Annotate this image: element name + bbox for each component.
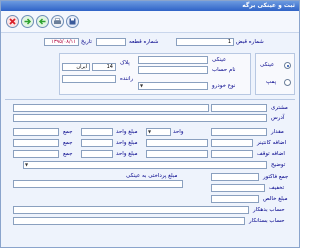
invoice-window: ثبت و عینکی برگه شماره قبض 1 شماره قطعه … <box>0 0 300 248</box>
container-extra-field[interactable] <box>211 139 253 147</box>
stop-extra-qty-field[interactable] <box>146 150 208 158</box>
stop-sum-field[interactable] <box>13 150 59 158</box>
vehicle-panel: عینکی پلاک ایران 14 نام حساب راننده نوع … <box>59 53 251 95</box>
date-field[interactable]: ۱۳۹۵/۰۸/۱۱ <box>44 38 79 46</box>
creditor-account-label: حساب بستانکار <box>249 218 285 224</box>
stop-unit-price-field[interactable] <box>81 150 113 158</box>
stop-extra-label: اضافه توقف <box>257 151 285 157</box>
driver-label: راننده <box>120 76 134 82</box>
receipt-number-field[interactable]: 1 <box>176 38 234 46</box>
invoice-sum-field[interactable] <box>211 173 259 181</box>
container-unit-price-label: مبلغ واحد <box>116 140 138 146</box>
plate-city-field[interactable]: ایران <box>62 63 90 71</box>
amount-field[interactable] <box>211 128 267 136</box>
unit-price-field[interactable] <box>81 128 113 136</box>
dispensary-radio-label: پمپ <box>266 79 277 85</box>
stop-unit-price-label: مبلغ واحد <box>116 151 138 157</box>
type-panel: عینکی پمپ <box>255 53 295 95</box>
description-field[interactable] <box>23 161 267 169</box>
net-amount-label: مبلغ خالص <box>263 196 288 202</box>
customer-name-field[interactable] <box>13 104 209 112</box>
save-button[interactable] <box>66 15 79 28</box>
window-title: ثبت و عینکی برگه <box>242 2 295 9</box>
green-arrow-icon <box>24 18 32 25</box>
printer-icon <box>54 18 61 24</box>
dispensary-radio[interactable] <box>284 79 291 86</box>
description-label: توضیح <box>271 162 286 168</box>
amount-label: مقدار <box>271 129 284 135</box>
net-amount-field[interactable] <box>211 195 259 203</box>
account-name-field[interactable] <box>138 66 208 74</box>
paid-to-optician-field[interactable] <box>13 180 183 188</box>
driver-field[interactable] <box>62 75 116 83</box>
unit-price-label: مبلغ واحد <box>116 129 138 135</box>
optician-radio-label: عینکی <box>260 62 275 68</box>
container-extra-label: اضافه کانتینر <box>257 140 287 146</box>
customer-label: مشتری <box>271 105 288 111</box>
container-sum-field[interactable] <box>13 139 59 147</box>
address-label: آدرس <box>271 115 285 121</box>
section-number-label: شماره قطعه <box>129 39 159 45</box>
red-x-icon <box>9 18 16 25</box>
sum-field[interactable] <box>13 128 59 136</box>
back-button[interactable] <box>36 15 49 28</box>
car-type-select[interactable] <box>138 82 208 90</box>
plate-label: پلاک <box>120 60 130 66</box>
stop-sum-label: جمع <box>63 151 73 157</box>
toolbar <box>1 11 299 33</box>
section-number-field[interactable] <box>96 38 126 46</box>
optician-field[interactable] <box>138 56 208 64</box>
floppy-icon <box>69 18 76 25</box>
delete-button[interactable] <box>6 15 19 28</box>
divider <box>5 99 295 100</box>
discount-label: تخفیف <box>269 185 285 191</box>
debtor-account-label: حساب بدهکار <box>253 207 285 213</box>
forward-button[interactable] <box>21 15 34 28</box>
debtor-account-field[interactable] <box>13 206 249 214</box>
container-sum-label: جمع <box>63 140 73 146</box>
invoice-sum-label: جمع فاکتور <box>263 174 289 180</box>
optician-radio[interactable] <box>284 62 291 69</box>
discount-field[interactable] <box>211 184 265 192</box>
green-arrow-icon <box>38 18 46 25</box>
sum-label: جمع <box>63 129 73 135</box>
customer-code-field[interactable] <box>211 104 267 112</box>
container-extra-qty-field[interactable] <box>146 139 208 147</box>
unit-label: واحد <box>173 129 184 135</box>
title-bar: ثبت و عینکی برگه <box>1 1 299 11</box>
stop-extra-field[interactable] <box>211 150 253 158</box>
plate-number-field[interactable]: 14 <box>92 63 116 71</box>
print-button[interactable] <box>51 15 64 28</box>
receipt-number-label: شماره قبض <box>236 39 264 45</box>
address-field[interactable] <box>13 114 267 122</box>
unit-select[interactable] <box>146 128 171 136</box>
creditor-account-field[interactable] <box>13 217 245 225</box>
container-unit-price-field[interactable] <box>81 139 113 147</box>
car-type-label: نوع خودرو <box>212 83 236 89</box>
optician-field-label: عینکی <box>212 57 227 63</box>
paid-to-optician-label: مبلغ پرداختی به عینکی <box>126 173 178 179</box>
date-label: تاریخ <box>81 39 92 45</box>
account-name-label: نام حساب <box>212 67 236 73</box>
